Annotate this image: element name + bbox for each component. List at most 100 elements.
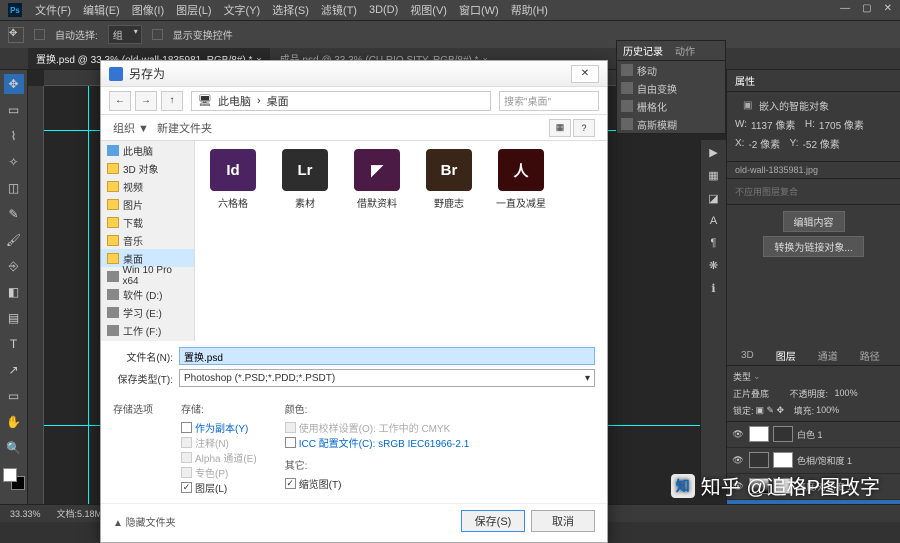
crop-tool[interactable]: ◫ bbox=[4, 178, 24, 198]
history-item[interactable]: 栅格化 bbox=[617, 97, 725, 115]
swatches-panel-icon[interactable]: ◪ bbox=[708, 192, 718, 205]
gradient-tool[interactable]: ▤ bbox=[4, 308, 24, 328]
eyedropper-tool[interactable]: ✎ bbox=[4, 204, 24, 224]
layer-row[interactable]: 👁色相/饱和度 1 bbox=[727, 448, 900, 474]
filename-input[interactable] bbox=[179, 347, 595, 365]
dialog-close-button[interactable]: ✕ bbox=[571, 65, 599, 83]
sidebar-item[interactable]: 娱乐 (G:) bbox=[101, 339, 194, 341]
brush-panel-icon[interactable]: ❋ bbox=[709, 259, 718, 272]
maximize-icon[interactable]: ▢ bbox=[862, 3, 871, 14]
folder-item[interactable]: Br野鹿志 bbox=[419, 149, 479, 210]
sidebar-item[interactable]: 图片 bbox=[101, 195, 194, 213]
nav-back-button[interactable]: ← bbox=[109, 91, 131, 111]
sidebar-item[interactable]: 软件 (D:) bbox=[101, 285, 194, 303]
save-option[interactable]: 图层(L) bbox=[181, 480, 257, 495]
sidebar-item[interactable]: 工作 (F:) bbox=[101, 321, 194, 339]
auto-select-checkbox[interactable] bbox=[34, 29, 45, 40]
hand-tool[interactable]: ✋ bbox=[4, 412, 24, 432]
visibility-icon[interactable]: 👁 bbox=[731, 429, 745, 440]
lasso-tool[interactable]: ⌇ bbox=[4, 126, 24, 146]
foreground-color[interactable] bbox=[3, 468, 17, 482]
ps-dialog-icon bbox=[109, 67, 123, 81]
blend-mode-dropdown[interactable]: 正片叠底 bbox=[733, 387, 783, 400]
layer-row[interactable]: 👁白色 1 bbox=[727, 422, 900, 448]
address-bar[interactable]: 🖥 此电脑 › 桌面 bbox=[191, 91, 491, 111]
convert-linked-button[interactable]: 转换为链接对象... bbox=[763, 236, 863, 257]
organize-button[interactable]: 组织 ▼ bbox=[113, 120, 149, 136]
layer-comp-placeholder: 不应用图层复合 bbox=[727, 179, 900, 205]
history-item[interactable]: 移动 bbox=[617, 61, 725, 79]
transform-controls-checkbox[interactable] bbox=[152, 29, 163, 40]
sidebar-item[interactable]: 视频 bbox=[101, 177, 194, 195]
marquee-tool[interactable]: ▭ bbox=[4, 100, 24, 120]
actions-tab[interactable]: 动作 bbox=[669, 43, 701, 58]
para-panel-icon[interactable]: ¶ bbox=[711, 237, 717, 249]
history-item[interactable]: 自由变换 bbox=[617, 79, 725, 97]
save-option[interactable]: 缩览图(T) bbox=[285, 476, 470, 491]
save-option: 注释(N) bbox=[181, 435, 257, 450]
save-option[interactable]: 作为副本(Y) bbox=[181, 420, 257, 435]
properties-tab[interactable]: 属性 bbox=[727, 73, 763, 88]
visibility-icon[interactable]: 👁 bbox=[731, 455, 745, 466]
nav-up-button[interactable]: ↑ bbox=[161, 91, 183, 111]
auto-select-dropdown[interactable]: 组 bbox=[108, 25, 142, 44]
menu-layer[interactable]: 图层(L) bbox=[171, 2, 216, 18]
menu-view[interactable]: 视图(V) bbox=[405, 2, 452, 18]
sidebar-item[interactable]: 3D 对象 bbox=[101, 159, 194, 177]
zhihu-icon: 知 bbox=[671, 474, 695, 498]
folder-item[interactable]: Id六格格 bbox=[203, 149, 263, 210]
color-swatch[interactable] bbox=[3, 468, 25, 490]
sidebar-item[interactable]: 此电脑 bbox=[101, 141, 194, 159]
folder-item[interactable]: Lr素材 bbox=[275, 149, 335, 210]
history-tab[interactable]: 历史记录 bbox=[617, 43, 669, 58]
filename-label: 文件名(N): bbox=[113, 349, 173, 364]
sidebar-item[interactable]: 下载 bbox=[101, 213, 194, 231]
close-icon[interactable]: ✕ bbox=[884, 3, 892, 14]
sidebar-item[interactable]: 音乐 bbox=[101, 231, 194, 249]
stamp-tool[interactable]: ⎆ bbox=[4, 256, 24, 276]
hide-folders-toggle[interactable]: ▲ 隐藏文件夹 bbox=[113, 514, 176, 529]
wand-tool[interactable]: ✧ bbox=[4, 152, 24, 172]
menu-select[interactable]: 选择(S) bbox=[267, 2, 314, 18]
brush-tool[interactable]: 🖌 bbox=[4, 230, 24, 250]
sidebar-item[interactable]: Win 10 Pro x64 bbox=[101, 267, 194, 285]
format-dropdown[interactable]: Photoshop (*.PSD;*.PDD;*.PSDT) bbox=[179, 369, 595, 387]
menu-file[interactable]: 文件(F) bbox=[30, 2, 76, 18]
zoom-level[interactable]: 33.33% bbox=[10, 509, 41, 519]
history-item[interactable]: 高斯模糊 bbox=[617, 115, 725, 133]
properties-tabs: 属性 bbox=[727, 70, 900, 92]
zoom-tool[interactable]: 🔍 bbox=[4, 438, 24, 458]
menu-3d[interactable]: 3D(D) bbox=[364, 4, 403, 16]
cancel-button[interactable]: 取消 bbox=[531, 510, 595, 532]
menu-edit[interactable]: 编辑(E) bbox=[78, 2, 125, 18]
menu-window[interactable]: 窗口(W) bbox=[454, 2, 504, 18]
minimize-icon[interactable]: — bbox=[840, 3, 850, 14]
help-button[interactable]: ? bbox=[573, 119, 595, 137]
color-panel-icon[interactable]: ▦ bbox=[708, 169, 718, 182]
dialog-title: 另存为 bbox=[129, 65, 571, 82]
toolbar: ✥ ▭ ⌇ ✧ ◫ ✎ 🖌 ⎆ ◧ ▤ T ↗ ▭ ✋ 🔍 bbox=[0, 70, 28, 504]
path-tool[interactable]: ↗ bbox=[4, 360, 24, 380]
search-input[interactable]: 搜索"桌面" bbox=[499, 91, 599, 111]
shape-tool[interactable]: ▭ bbox=[4, 386, 24, 406]
nav-fwd-button[interactable]: → bbox=[135, 91, 157, 111]
view-mode-button[interactable]: ▦ bbox=[549, 119, 571, 137]
menu-type[interactable]: 文字(Y) bbox=[219, 2, 266, 18]
text-tool[interactable]: T bbox=[4, 334, 24, 354]
menu-filter[interactable]: 滤镜(T) bbox=[316, 2, 362, 18]
move-tool[interactable]: ✥ bbox=[4, 74, 24, 94]
save-button[interactable]: 保存(S) bbox=[461, 510, 525, 532]
menu-help[interactable]: 帮助(H) bbox=[506, 2, 553, 18]
char-panel-icon[interactable]: A bbox=[710, 215, 717, 227]
edit-contents-button[interactable]: 编辑内容 bbox=[783, 211, 845, 232]
menu-image[interactable]: 图像(I) bbox=[127, 2, 169, 18]
new-folder-button[interactable]: 新建文件夹 bbox=[157, 120, 212, 136]
folder-item[interactable]: 人一直及减星 bbox=[491, 149, 551, 210]
sidebar-item[interactable]: 学习 (E:) bbox=[101, 303, 194, 321]
dialog-file-area[interactable]: Id六格格Lr素材◤借默资料Br野鹿志人一直及减星 bbox=[195, 141, 607, 341]
play-icon[interactable]: ▶ bbox=[709, 146, 717, 159]
save-option[interactable]: ICC 配置文件(C): sRGB IEC61966-2.1 bbox=[285, 435, 470, 450]
folder-item[interactable]: ◤借默资料 bbox=[347, 149, 407, 210]
info-panel-icon[interactable]: ℹ bbox=[711, 282, 715, 295]
eraser-tool[interactable]: ◧ bbox=[4, 282, 24, 302]
